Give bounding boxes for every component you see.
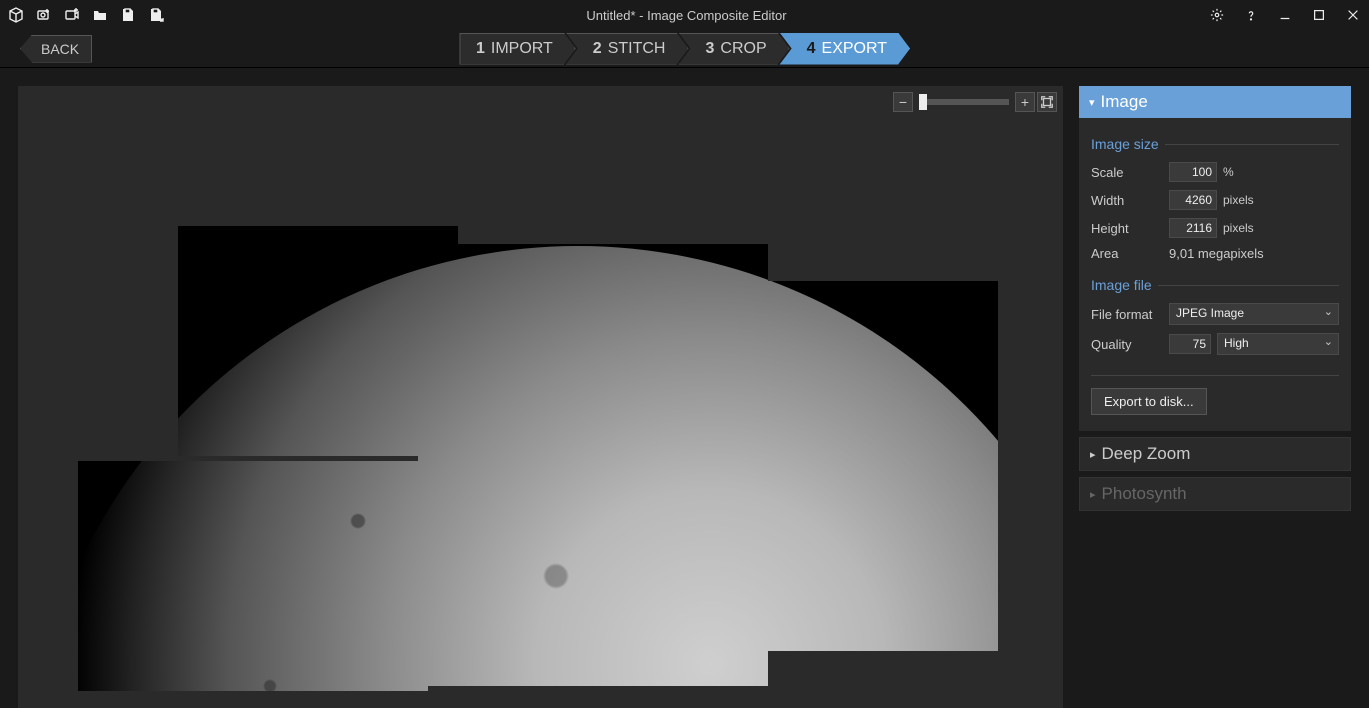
step-stitch[interactable]: 2 STITCH [566,33,689,65]
step-num: 1 [476,40,485,58]
accordion-image[interactable]: ▾ Image [1079,86,1351,118]
back-button[interactable]: BACK [20,35,92,63]
preview-canvas[interactable]: − + [18,86,1063,708]
new-from-images-icon[interactable] [34,5,54,25]
step-label: STITCH [608,40,666,58]
back-label: BACK [41,41,79,57]
area-value: 9,01 megapixels [1169,246,1264,261]
save-as-icon[interactable] [146,5,166,25]
format-label: File format [1091,307,1169,322]
width-label: Width [1091,193,1169,208]
accordion-deep-zoom[interactable]: ▸ Deep Zoom [1079,437,1351,471]
step-label: EXPORT [822,40,888,58]
height-label: Height [1091,221,1169,236]
step-num: 2 [593,40,602,58]
step-crop[interactable]: 3 CROP [678,33,789,65]
height-unit: pixels [1223,221,1254,235]
settings-icon[interactable] [1207,5,1227,25]
export-to-disk-button[interactable]: Export to disk... [1091,388,1207,415]
chevron-right-icon: ▸ [1090,448,1096,461]
export-panel: ▾ Image Image size Scale % Width pixels [1073,68,1369,708]
titlebar: Untitled* - Image Composite Editor [0,0,1369,30]
window-title: Untitled* - Image Composite Editor [166,8,1207,23]
step-export[interactable]: 4 EXPORT [780,33,910,65]
preview-image [78,226,998,706]
step-num: 4 [807,40,816,58]
step-bar: BACK 1 IMPORT 2 STITCH 3 CROP 4 EXPORT [0,30,1369,68]
quality-preset-select[interactable]: High [1217,333,1339,355]
format-select[interactable]: JPEG Image [1169,303,1339,325]
close-icon[interactable] [1343,5,1363,25]
zoom-controls: − + [893,92,1057,112]
quality-label: Quality [1091,337,1169,352]
step-num: 3 [705,40,714,58]
quality-input[interactable] [1169,334,1211,354]
scale-unit: % [1223,165,1234,179]
new-panorama-icon[interactable] [6,5,26,25]
accordion-image-label: Image [1101,92,1148,112]
minimize-icon[interactable] [1275,5,1295,25]
scale-label: Scale [1091,165,1169,180]
new-from-video-icon[interactable] [62,5,82,25]
accordion-photosynth[interactable]: ▸ Photosynth [1079,477,1351,511]
maximize-icon[interactable] [1309,5,1329,25]
chevron-down-icon: ▾ [1089,96,1095,109]
width-input[interactable] [1169,190,1217,210]
open-icon[interactable] [90,5,110,25]
width-unit: pixels [1223,193,1254,207]
zoom-fit-button[interactable] [1037,92,1057,112]
accordion-deep-zoom-label: Deep Zoom [1102,444,1191,464]
section-image-file: Image file [1091,277,1339,293]
scale-input[interactable] [1169,162,1217,182]
zoom-thumb[interactable] [919,94,927,110]
area-label: Area [1091,246,1169,261]
step-label: CROP [720,40,766,58]
step-import[interactable]: 1 IMPORT [459,33,576,65]
height-input[interactable] [1169,218,1217,238]
zoom-out-button[interactable]: − [893,92,913,112]
zoom-in-button[interactable]: + [1015,92,1035,112]
zoom-slider[interactable] [919,99,1009,105]
divider [1091,375,1339,376]
accordion-photosynth-label: Photosynth [1102,484,1187,504]
section-image-size: Image size [1091,136,1339,152]
step-label: IMPORT [491,40,553,58]
help-icon[interactable] [1241,5,1261,25]
save-icon[interactable] [118,5,138,25]
chevron-right-icon: ▸ [1090,488,1096,501]
